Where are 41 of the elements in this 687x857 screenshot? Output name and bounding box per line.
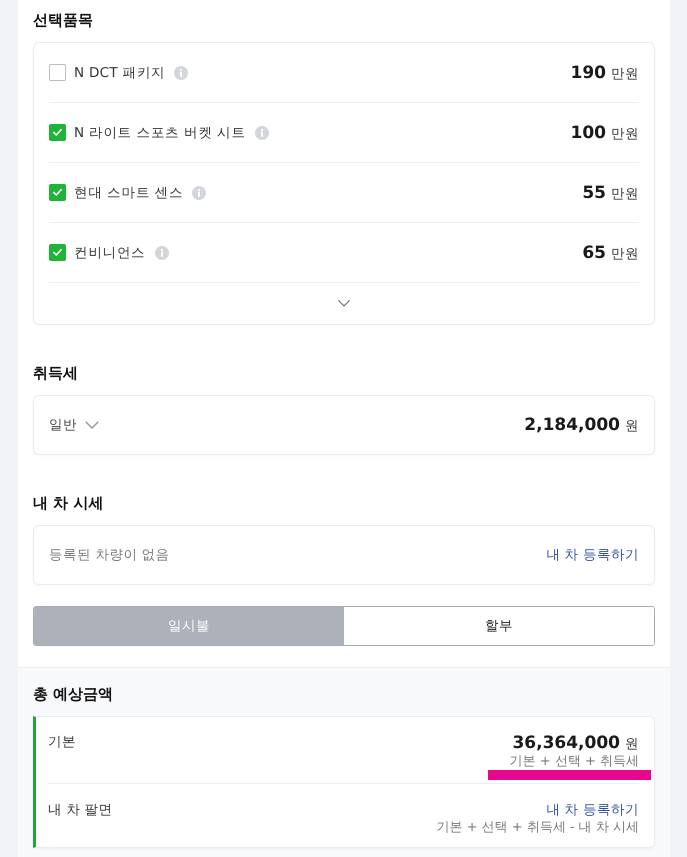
chevron-down-icon[interactable]	[338, 300, 350, 307]
price-unit: 만원	[611, 184, 639, 202]
register-car-link[interactable]: 내 차 등록하기	[546, 801, 639, 819]
checkbox[interactable]	[49, 184, 66, 201]
price-amount: 190	[570, 62, 606, 82]
section-title: 내 차 시세	[33, 493, 104, 513]
option-label: N 라이트 스포츠 버켓 시트	[74, 124, 246, 142]
price-unit: 만원	[611, 64, 639, 82]
price-unit: 만원	[611, 124, 639, 142]
tax-type-dropdown[interactable]: 일반	[49, 416, 99, 434]
section-title: 취득세	[33, 363, 79, 383]
formula-text: 기본 + 선택 + 취득세	[510, 753, 639, 770]
price-amount: 65	[582, 242, 606, 262]
option-label: N DCT 패키지	[74, 64, 166, 82]
info-icon[interactable]	[154, 246, 168, 260]
chevron-down-icon	[85, 421, 99, 429]
no-vehicle-message: 등록된 차량이 없음	[49, 546, 170, 564]
price-amount: 100	[570, 122, 606, 142]
total-amount: 36,364,000	[512, 733, 620, 753]
checkmark-icon	[53, 189, 62, 196]
section-title: 총 예상금액	[33, 684, 114, 704]
tax-amount: 2,184,000	[524, 415, 620, 435]
checkbox[interactable]	[49, 64, 66, 81]
price-unit: 원	[625, 735, 639, 753]
option-label: 현대 스마트 센스	[74, 184, 184, 202]
summary-label: 기본	[48, 733, 76, 751]
info-icon[interactable]	[192, 186, 206, 200]
checkbox[interactable]	[49, 124, 66, 141]
option-label: 컨비니언스	[74, 244, 146, 262]
formula-text: 기본 + 선택 + 취득세 - 내 차 시세	[436, 819, 639, 836]
price-unit: 원	[625, 417, 639, 435]
price-unit: 만원	[611, 244, 639, 262]
info-icon[interactable]	[174, 66, 188, 80]
summary-label: 내 차 팔면	[48, 801, 113, 819]
register-car-link[interactable]: 내 차 등록하기	[546, 546, 639, 564]
checkmark-icon	[53, 249, 62, 256]
checkbox[interactable]	[49, 244, 66, 261]
section-title: 선택품목	[33, 10, 94, 30]
checkmark-icon	[53, 129, 62, 136]
price-amount: 55	[582, 182, 606, 202]
info-icon[interactable]	[254, 126, 269, 140]
